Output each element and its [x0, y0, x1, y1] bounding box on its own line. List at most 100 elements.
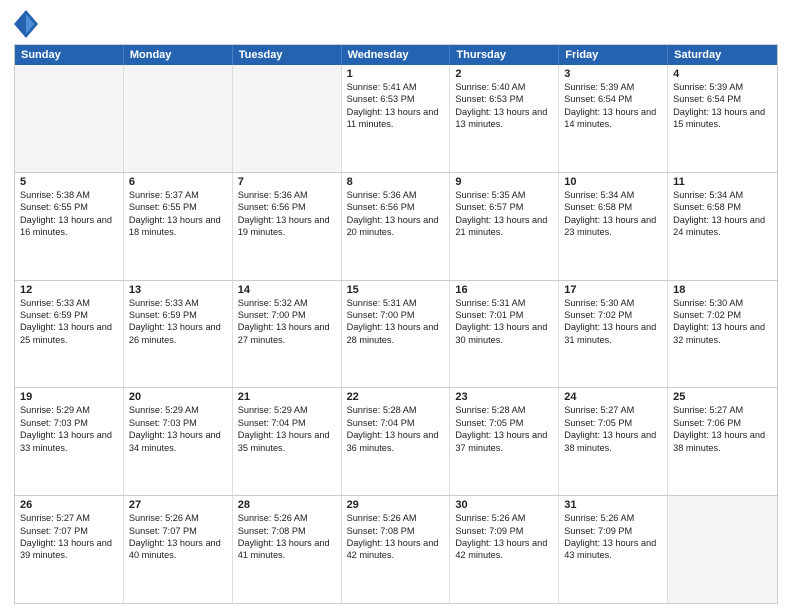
- cell-info-line: Daylight: 13 hours and 43 minutes.: [564, 538, 656, 560]
- calendar-cell: 30Sunrise: 5:26 AMSunset: 7:09 PMDayligh…: [450, 496, 559, 603]
- cell-info-line: Sunrise: 5:29 AM: [20, 405, 90, 415]
- cell-info-line: Sunrise: 5:29 AM: [129, 405, 199, 415]
- cell-info-line: Sunset: 7:05 PM: [455, 418, 523, 428]
- calendar-cell: 10Sunrise: 5:34 AMSunset: 6:58 PMDayligh…: [559, 173, 668, 280]
- cell-info-line: Sunset: 7:06 PM: [673, 418, 741, 428]
- cell-info-line: Sunrise: 5:26 AM: [347, 513, 417, 523]
- calendar: SundayMondayTuesdayWednesdayThursdayFrid…: [14, 44, 778, 604]
- cell-info-line: Daylight: 13 hours and 42 minutes.: [347, 538, 439, 560]
- cell-info-line: Sunrise: 5:32 AM: [238, 298, 308, 308]
- cell-info-line: Sunset: 7:09 PM: [455, 526, 523, 536]
- cell-info-line: Sunset: 7:05 PM: [564, 418, 632, 428]
- weekday-header: Wednesday: [342, 45, 451, 65]
- calendar-cell: 15Sunrise: 5:31 AMSunset: 7:00 PMDayligh…: [342, 281, 451, 388]
- calendar-cell: 3 Sunrise: 5:39 AM Sunset: 6:54 PM Daylight…: [559, 65, 668, 172]
- cell-info-line: Daylight: 13 hours and 21 minutes.: [455, 215, 547, 237]
- day-number: 27: [129, 499, 227, 511]
- cell-info: Sunrise: 5:36 AMSunset: 6:56 PMDaylight:…: [347, 189, 445, 239]
- cell-info-line: Daylight: 13 hours and 18 minutes.: [129, 215, 221, 237]
- calendar-row: 26Sunrise: 5:27 AMSunset: 7:07 PMDayligh…: [15, 496, 777, 603]
- day-number: 2: [455, 68, 553, 80]
- logo: [14, 10, 40, 38]
- cell-info-line: Sunset: 6:54 PM: [673, 94, 741, 104]
- cell-info-line: Sunrise: 5:28 AM: [455, 405, 525, 415]
- cell-info-line: Sunset: 7:08 PM: [238, 526, 306, 536]
- cell-info-line: Sunrise: 5:35 AM: [455, 190, 525, 200]
- cell-info-line: Sunset: 7:04 PM: [238, 418, 306, 428]
- day-number: 23: [455, 391, 553, 403]
- cell-info: Sunrise: 5:39 AMSunset: 6:54 PMDaylight:…: [673, 81, 772, 131]
- day-number: 12: [20, 284, 118, 296]
- weekday-header: Thursday: [450, 45, 559, 65]
- cell-info-line: Daylight: 13 hours and 32 minutes.: [673, 322, 765, 344]
- cell-info-line: Sunset: 7:07 PM: [129, 526, 197, 536]
- cell-info-line: Sunset: 7:02 PM: [564, 310, 632, 320]
- cell-info-line: Sunset: 7:09 PM: [564, 526, 632, 536]
- cell-info-line: Sunrise: 5:28 AM: [347, 405, 417, 415]
- calendar-cell: [124, 65, 233, 172]
- calendar-row: 19Sunrise: 5:29 AMSunset: 7:03 PMDayligh…: [15, 388, 777, 496]
- calendar-cell: 6Sunrise: 5:37 AMSunset: 6:55 PMDaylight…: [124, 173, 233, 280]
- weekday-header: Monday: [124, 45, 233, 65]
- calendar-cell: 11Sunrise: 5:34 AMSunset: 6:58 PMDayligh…: [668, 173, 777, 280]
- calendar-row: 12Sunrise: 5:33 AMSunset: 6:59 PMDayligh…: [15, 281, 777, 389]
- cell-info-line: Sunset: 6:54 PM: [564, 94, 632, 104]
- cell-info-line: Daylight: 13 hours and 37 minutes.: [455, 430, 547, 452]
- cell-info-line: Daylight: 13 hours and 38 minutes.: [673, 430, 765, 452]
- cell-info-line: Daylight: 13 hours and 31 minutes.: [564, 322, 656, 344]
- day-number: 6: [129, 176, 227, 188]
- logo-icon: [14, 10, 38, 38]
- cell-info-line: Daylight: 13 hours and 40 minutes.: [129, 538, 221, 560]
- cell-info-line: Sunset: 6:59 PM: [20, 310, 88, 320]
- calendar-cell: 25Sunrise: 5:27 AMSunset: 7:06 PMDayligh…: [668, 388, 777, 495]
- calendar-cell: 12Sunrise: 5:33 AMSunset: 6:59 PMDayligh…: [15, 281, 124, 388]
- cell-info-line: Sunset: 6:58 PM: [564, 202, 632, 212]
- day-number: 3: [564, 68, 662, 80]
- cell-info: Sunrise: 5:31 AMSunset: 7:01 PMDaylight:…: [455, 297, 553, 347]
- calendar-cell: 2Sunrise: 5:40 AMSunset: 6:53 PMDaylight…: [450, 65, 559, 172]
- cell-info: Sunrise: 5:26 AMSunset: 7:08 PMDaylight:…: [347, 512, 445, 562]
- cell-info-line: Sunrise: 5:27 AM: [20, 513, 90, 523]
- cell-info: Sunrise: 5:28 AMSunset: 7:04 PMDaylight:…: [347, 404, 445, 454]
- cell-info: Sunrise: 5:36 AMSunset: 6:56 PMDaylight:…: [238, 189, 336, 239]
- cell-info-line: Daylight: 13 hours and 14 minutes.: [564, 107, 656, 129]
- calendar-cell: 13Sunrise: 5:33 AMSunset: 6:59 PMDayligh…: [124, 281, 233, 388]
- cell-info-line: Sunset: 7:03 PM: [129, 418, 197, 428]
- calendar-body: 1Sunrise: 5:41 AMSunset: 6:53 PMDaylight…: [15, 65, 777, 603]
- cell-info-line: Sunrise: 5:39 AM: [673, 82, 743, 92]
- cell-info-line: Daylight: 13 hours and 16 minutes.: [20, 215, 112, 237]
- cell-info: Sunrise: 5:26 AMSunset: 7:07 PMDaylight:…: [129, 512, 227, 562]
- cell-info-line: Daylight: 13 hours and 28 minutes.: [347, 322, 439, 344]
- cell-info-line: Sunrise: 5:30 AM: [673, 298, 743, 308]
- cell-info-line: Daylight: 13 hours and 30 minutes.: [455, 322, 547, 344]
- cell-info-line: Daylight: 13 hours and 19 minutes.: [238, 215, 330, 237]
- calendar-row: 5Sunrise: 5:38 AMSunset: 6:55 PMDaylight…: [15, 173, 777, 281]
- cell-info-line: Daylight: 13 hours and 13 minutes.: [455, 107, 547, 129]
- calendar-cell: 29Sunrise: 5:26 AMSunset: 7:08 PMDayligh…: [342, 496, 451, 603]
- cell-info-line: Daylight: 13 hours and 42 minutes.: [455, 538, 547, 560]
- calendar-cell: 7Sunrise: 5:36 AMSunset: 6:56 PMDaylight…: [233, 173, 342, 280]
- day-number: 9: [455, 176, 553, 188]
- cell-info-line: Sunrise: 5:37 AM: [129, 190, 199, 200]
- cell-info: Sunrise: 5:28 AM Sunset: 7:05 PM Daylight:…: [455, 404, 553, 454]
- calendar-cell: 23 Sunrise: 5:28 AM Sunset: 7:05 PM Dayligh…: [450, 388, 559, 495]
- calendar-cell: 26Sunrise: 5:27 AMSunset: 7:07 PMDayligh…: [15, 496, 124, 603]
- weekday-header: Tuesday: [233, 45, 342, 65]
- cell-info-line: Sunset: 7:03 PM: [20, 418, 88, 428]
- cell-info-line: Daylight: 13 hours and 33 minutes.: [20, 430, 112, 452]
- cell-info: Sunrise: 5:29 AMSunset: 7:04 PMDaylight:…: [238, 404, 336, 454]
- cell-info-line: Sunset: 6:56 PM: [238, 202, 306, 212]
- calendar-cell: [15, 65, 124, 172]
- header: [14, 10, 778, 38]
- day-number: 24: [564, 391, 662, 403]
- calendar-row: 1Sunrise: 5:41 AMSunset: 6:53 PMDaylight…: [15, 65, 777, 173]
- calendar-cell: 24Sunrise: 5:27 AMSunset: 7:05 PMDayligh…: [559, 388, 668, 495]
- cell-info-line: Sunrise: 5:34 AM: [564, 190, 634, 200]
- cell-info-line: Sunrise: 5:41 AM: [347, 82, 417, 92]
- calendar-cell: 27Sunrise: 5:26 AMSunset: 7:07 PMDayligh…: [124, 496, 233, 603]
- calendar-cell: 22Sunrise: 5:28 AMSunset: 7:04 PMDayligh…: [342, 388, 451, 495]
- calendar-cell: [233, 65, 342, 172]
- cell-info: Sunrise: 5:35 AMSunset: 6:57 PMDaylight:…: [455, 189, 553, 239]
- cell-info-line: Sunrise: 5:39 AM: [564, 82, 634, 92]
- cell-info-line: Daylight: 13 hours and 38 minutes.: [564, 430, 656, 452]
